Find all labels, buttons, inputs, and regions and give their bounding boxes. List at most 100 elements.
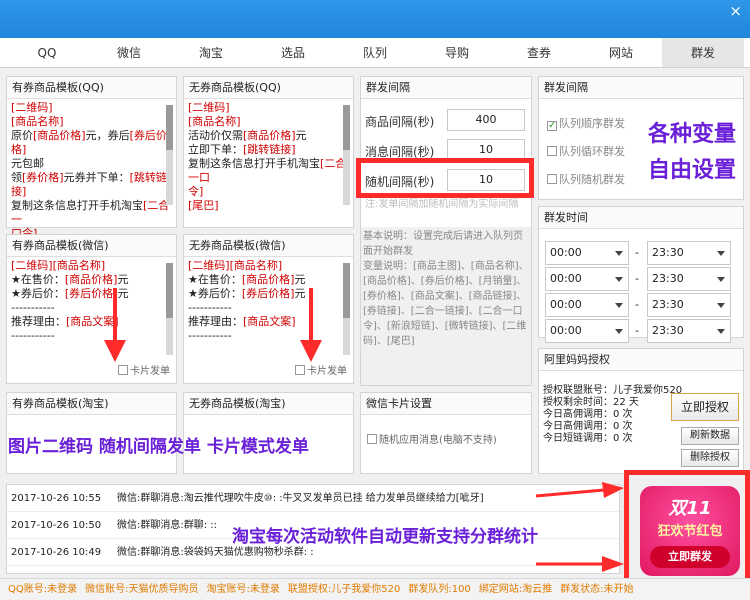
template-line: ★券后价：[券后价格]元 — [11, 287, 172, 301]
checkbox-icon[interactable] — [547, 174, 557, 184]
status-item: 微信账号:天猫优质导购员 — [85, 584, 199, 595]
template-line: 元包邮 — [11, 157, 172, 171]
scrollbar[interactable] — [343, 263, 350, 355]
promo-subtitle: 狂欢节红包 — [657, 524, 723, 539]
random-app-msg-checkbox[interactable]: 随机应用消息(电脑不支持) — [367, 431, 497, 446]
panel-title: 有券商品模板(微信) — [7, 235, 176, 257]
checkbox-icon[interactable] — [547, 146, 557, 156]
tab-0[interactable]: QQ — [6, 38, 88, 67]
panel-title: 群发时间 — [539, 207, 743, 229]
template-segment: ★在售价： — [11, 273, 65, 286]
option-label: 队列循环群发 — [559, 145, 625, 158]
template-segment: 活动价仅需 — [188, 129, 243, 142]
end-time-select[interactable]: 23:30 — [647, 267, 731, 291]
log-time: 2017-10-26 10:49 — [11, 547, 102, 558]
wx-card-settings-panel: 微信卡片设置 随机应用消息(电脑不支持) — [360, 392, 532, 474]
template-segment: 元包邮 — [11, 157, 44, 170]
chevron-down-icon — [615, 251, 623, 256]
arrow-down-icon — [300, 288, 322, 362]
chevron-down-icon — [717, 329, 725, 334]
template-text[interactable]: [二维码] [商品名称] 活动价仅需[商品价格]元 立即下单：[跳转链接] 复制这条信息… — [184, 99, 353, 215]
annotation-auto-update: 淘宝每次活动软件自动更新支持分群统计 — [232, 527, 538, 547]
checkbox-checked-icon[interactable]: ✓ — [547, 121, 557, 131]
template-segment: [券后价格] — [241, 287, 295, 300]
close-icon[interactable]: × — [729, 2, 742, 20]
arrow-right-icon — [535, 482, 624, 498]
tab-4[interactable]: 队列 — [334, 38, 416, 67]
template-text[interactable]: [二维码] [商品名称] 原价[商品价格]元，券后[券后价格] 元包邮 领[券价格]元券… — [7, 99, 176, 243]
template-text[interactable]: [二维码][商品名称] ★在售价：[商品价格]元 ★券后价：[券后价格]元 ----… — [7, 257, 176, 345]
scrollbar[interactable] — [166, 263, 173, 355]
refresh-data-button[interactable]: 刷新数据 — [681, 427, 739, 445]
template-segment: ----------- — [188, 301, 232, 314]
tab-6[interactable]: 查券 — [498, 38, 580, 67]
tab-7[interactable]: 网站 — [580, 38, 662, 67]
send-mode-option-2[interactable]: 队列随机群发 — [547, 171, 625, 187]
tab-1[interactable]: 微信 — [88, 38, 170, 67]
delete-auth-button[interactable]: 删除授权 — [681, 449, 739, 467]
template-segment: [商品价格] — [64, 273, 118, 286]
panel-title: 群发间隔 — [539, 77, 743, 99]
template-segment: 领 — [11, 171, 22, 184]
auth-info-line: 今日高佣调用：0 次 — [543, 409, 633, 420]
arrow-right-icon — [536, 556, 624, 572]
log-time: 2017-10-26 10:55 — [11, 493, 102, 504]
template-segment: 推荐理由： — [11, 315, 66, 328]
send-mode-option-1[interactable]: 队列循环群发 — [547, 143, 625, 159]
template-segment: 推荐理由： — [188, 315, 243, 328]
send-time-panel: 群发时间 00:00-23:30 00:00-23:30 00:00-23:30 00… — [538, 206, 744, 343]
qq-coupon-template-panel: 有券商品模板(QQ) [二维码] [商品名称] 原价[商品价格]元，券后[券后价格]… — [6, 76, 177, 240]
template-segment: ----------- — [11, 301, 55, 314]
panel-title: 微信卡片设置 — [361, 393, 531, 415]
tab-8[interactable]: 群发 — [662, 38, 744, 67]
template-segment: ★券后价： — [188, 287, 242, 300]
template-segment: [二维码][商品名称] — [11, 259, 106, 272]
arrow-down-icon — [104, 288, 126, 362]
template-line: [商品名称] — [188, 115, 349, 129]
log-message: 微信:群聊消息:袋袋妈天猫优惠购物秒杀群: : — [117, 547, 314, 558]
start-time-select[interactable]: 00:00 — [545, 319, 629, 343]
scrollbar[interactable] — [343, 105, 350, 205]
tab-3[interactable]: 选品 — [252, 38, 334, 67]
end-time-select[interactable]: 23:30 — [647, 241, 731, 265]
template-segment: 元 — [117, 273, 129, 286]
range-separator: - — [635, 298, 639, 311]
template-segment: [商品价格] — [33, 129, 86, 142]
template-segment: [跳转链接] — [243, 143, 296, 156]
select-value: 23:30 — [652, 272, 684, 285]
chevron-down-icon — [615, 277, 623, 282]
start-time-select[interactable]: 00:00 — [545, 293, 629, 317]
authorize-button[interactable]: 立即授权 — [671, 393, 739, 421]
double11-promo[interactable]: 双11 狂欢节红包 立即群发 — [640, 486, 740, 576]
log-time: 2017-10-26 10:50 — [11, 520, 102, 531]
send-mode-option-0[interactable]: ✓ 队列顺序群发 — [547, 115, 625, 131]
end-time-select[interactable]: 23:30 — [647, 293, 731, 317]
select-value: 23:30 — [652, 246, 684, 259]
scrollbar[interactable] — [166, 105, 173, 205]
template-line: [二维码] — [11, 101, 172, 115]
template-line: ★在售价：[商品价格]元 — [11, 273, 172, 287]
template-segment: ★券后价： — [11, 287, 65, 300]
tab-2[interactable]: 淘宝 — [170, 38, 252, 67]
status-item: QQ账号:未登录 — [8, 584, 78, 595]
select-value: 00:00 — [550, 324, 582, 337]
mass-send-button[interactable]: 立即群发 — [650, 546, 730, 568]
template-line: [尾巴] — [188, 199, 349, 213]
template-segment: 立即下单： — [188, 143, 243, 156]
start-time-select[interactable]: 00:00 — [545, 241, 629, 265]
template-segment: [二维码] — [11, 101, 53, 114]
end-time-select[interactable]: 23:30 — [647, 319, 731, 343]
template-segment: [商品价格] — [241, 273, 295, 286]
template-line: ★在售价：[商品价格]元 — [188, 273, 349, 287]
start-time-select[interactable]: 00:00 — [545, 267, 629, 291]
template-line: [商品名称] — [11, 115, 172, 129]
template-segment: [商品名称] — [11, 115, 64, 128]
status-item: 淘宝账号:未登录 — [206, 584, 280, 595]
template-line: 复制这条信息打开手机淘宝[二合一 — [11, 199, 172, 227]
template-segment: [商品价格] — [243, 129, 296, 142]
template-line: [二维码][商品名称] — [188, 259, 349, 273]
template-text[interactable]: [二维码][商品名称] ★在售价：[商品价格]元 ★券后价：[券后价格]元 ----… — [184, 257, 353, 345]
range-separator: - — [635, 246, 639, 259]
tab-5[interactable]: 导购 — [416, 38, 498, 67]
product-interval-input[interactable]: 400 — [447, 109, 525, 131]
